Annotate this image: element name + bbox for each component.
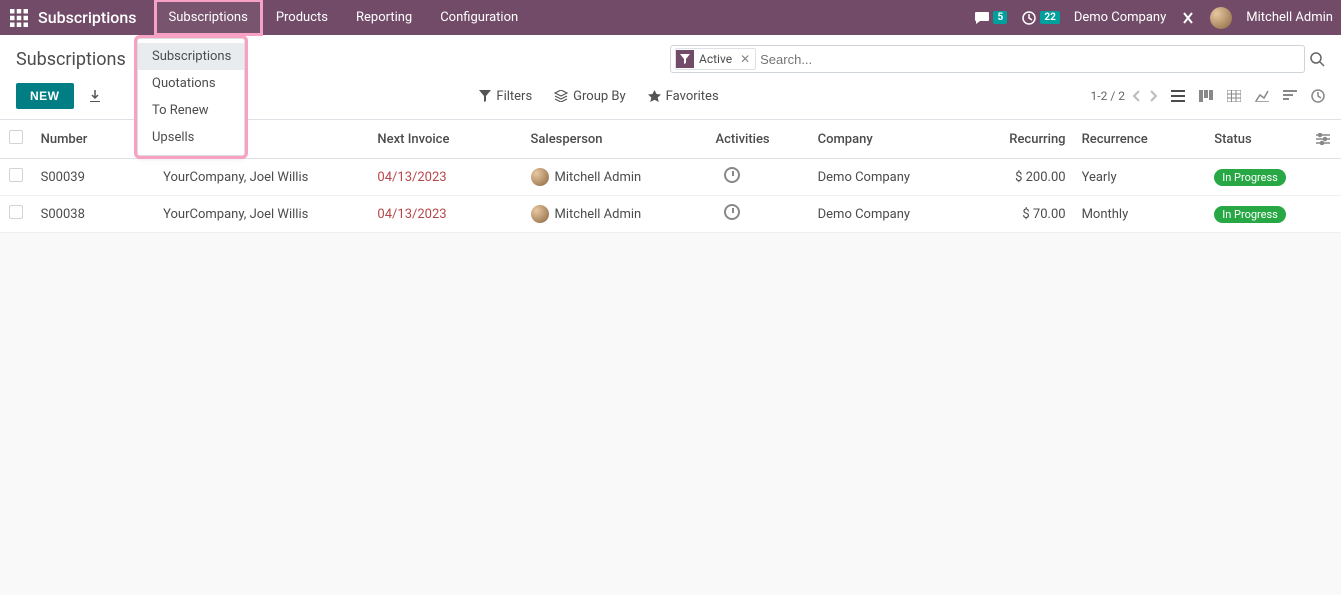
groupby-button[interactable]: Group By: [554, 89, 626, 104]
search-wrap: Active ✕: [670, 45, 1325, 73]
cell-recurring: $ 200.00: [961, 159, 1073, 196]
search-icon[interactable]: [1309, 51, 1325, 67]
facet-label: Active: [696, 52, 735, 66]
filters-button[interactable]: Filters: [479, 89, 532, 104]
filter-icon: [676, 50, 694, 68]
cell-status: In Progress: [1206, 159, 1308, 196]
th-next-invoice[interactable]: Next Invoice: [369, 120, 522, 159]
view-pivot[interactable]: [1227, 90, 1241, 102]
view-activity[interactable]: [1311, 89, 1325, 103]
view-cohort[interactable]: [1283, 90, 1297, 102]
star-icon: [648, 90, 661, 103]
view-kanban[interactable]: [1199, 90, 1213, 102]
messages-button[interactable]: 5: [974, 11, 1007, 25]
avatar[interactable]: [1210, 7, 1232, 29]
chat-icon: [974, 11, 990, 25]
favorites-label: Favorites: [666, 89, 719, 104]
pager-next[interactable]: [1149, 90, 1157, 102]
cp-mid: Filters Group By Favorites: [479, 89, 718, 104]
cell-recurrence: Yearly: [1074, 159, 1207, 196]
search-input[interactable]: [760, 52, 1300, 67]
facet-close-icon[interactable]: ✕: [737, 52, 753, 66]
cell-customer: YourCompany, Joel Willis: [155, 159, 369, 196]
th-recurrence[interactable]: Recurrence: [1074, 120, 1207, 159]
cell-next-invoice: 04/13/2023: [369, 159, 522, 196]
clock-icon: [724, 167, 740, 183]
nav-item-products[interactable]: Products: [262, 0, 342, 35]
th-recurring[interactable]: Recurring: [961, 120, 1073, 159]
cp-right: 1-2 / 2: [1091, 89, 1325, 103]
cell-activities[interactable]: [686, 159, 778, 196]
pager-prev[interactable]: [1133, 90, 1141, 102]
cell-recurring: $ 70.00: [961, 196, 1073, 233]
nav-item-configuration[interactable]: Configuration: [426, 0, 532, 35]
topnav-right: 5 22 Demo Company Mitchell Admin: [974, 7, 1341, 29]
view-graph[interactable]: [1255, 90, 1269, 102]
optional-fields-icon[interactable]: [1316, 133, 1333, 145]
avatar: [531, 168, 549, 186]
dropdown-upsells[interactable]: Upsells: [138, 124, 244, 151]
search-box[interactable]: Active ✕: [670, 45, 1305, 73]
funnel-icon: [479, 90, 491, 102]
th-status[interactable]: Status: [1206, 120, 1308, 159]
breadcrumb: Subscriptions: [16, 49, 126, 70]
dropdown-quotations[interactable]: Quotations: [138, 70, 244, 97]
dropdown-subscriptions[interactable]: Subscriptions: [138, 43, 244, 70]
layers-icon: [554, 90, 568, 102]
groupby-label: Group By: [573, 89, 626, 104]
cell-recurrence: Monthly: [1074, 196, 1207, 233]
messages-badge: 5: [993, 11, 1007, 24]
debug-icon[interactable]: [1180, 10, 1196, 26]
view-list[interactable]: [1171, 90, 1185, 102]
table-row[interactable]: S00039 YourCompany, Joel Willis 04/13/20…: [0, 159, 1341, 196]
pager-value[interactable]: 1-2 / 2: [1091, 89, 1125, 103]
nav-item-subscriptions[interactable]: Subscriptions: [155, 0, 262, 35]
cell-company: Demo Company: [778, 196, 962, 233]
th-salesperson[interactable]: Salesperson: [523, 120, 686, 159]
new-button[interactable]: NEW: [16, 83, 74, 109]
row-checkbox[interactable]: [9, 168, 23, 182]
pager: 1-2 / 2: [1091, 89, 1157, 103]
cell-number: S00038: [33, 196, 155, 233]
topnav: Subscriptions Subscriptions Products Rep…: [0, 0, 1341, 35]
row-checkbox[interactable]: [9, 205, 23, 219]
th-company[interactable]: Company: [778, 120, 962, 159]
clock-icon: [724, 204, 740, 220]
cell-next-invoice: 04/13/2023: [369, 196, 522, 233]
download-button[interactable]: [82, 85, 108, 107]
table-row[interactable]: S00038 YourCompany, Joel Willis 04/13/20…: [0, 196, 1341, 233]
nav-items: Subscriptions Products Reporting Configu…: [155, 0, 533, 35]
cell-number: S00039: [33, 159, 155, 196]
app-title[interactable]: Subscriptions: [38, 8, 137, 27]
activities-button[interactable]: 22: [1021, 10, 1059, 26]
nav-item-reporting[interactable]: Reporting: [342, 0, 426, 35]
apps-icon[interactable]: [10, 9, 28, 27]
cell-customer: YourCompany, Joel Willis: [155, 196, 369, 233]
th-activities[interactable]: Activities: [686, 120, 778, 159]
company-name[interactable]: Demo Company: [1074, 10, 1166, 25]
subscriptions-dropdown: Subscriptions Quotations To Renew Upsell…: [137, 38, 245, 156]
clock-icon: [1021, 10, 1037, 26]
activities-badge: 22: [1040, 11, 1059, 24]
cell-salesperson: Mitchell Admin: [523, 159, 686, 196]
cell-activities[interactable]: [686, 196, 778, 233]
cell-company: Demo Company: [778, 159, 962, 196]
avatar: [531, 205, 549, 223]
cell-status: In Progress: [1206, 196, 1308, 233]
select-all-checkbox[interactable]: [9, 130, 23, 144]
search-facet-active: Active ✕: [675, 48, 756, 70]
dropdown-to-renew[interactable]: To Renew: [138, 97, 244, 124]
status-badge: In Progress: [1214, 206, 1286, 223]
cell-salesperson: Mitchell Admin: [523, 196, 686, 233]
filters-label: Filters: [496, 89, 532, 104]
view-switches: [1171, 89, 1325, 103]
status-badge: In Progress: [1214, 169, 1286, 186]
favorites-button[interactable]: Favorites: [648, 89, 719, 104]
user-name[interactable]: Mitchell Admin: [1246, 10, 1333, 25]
